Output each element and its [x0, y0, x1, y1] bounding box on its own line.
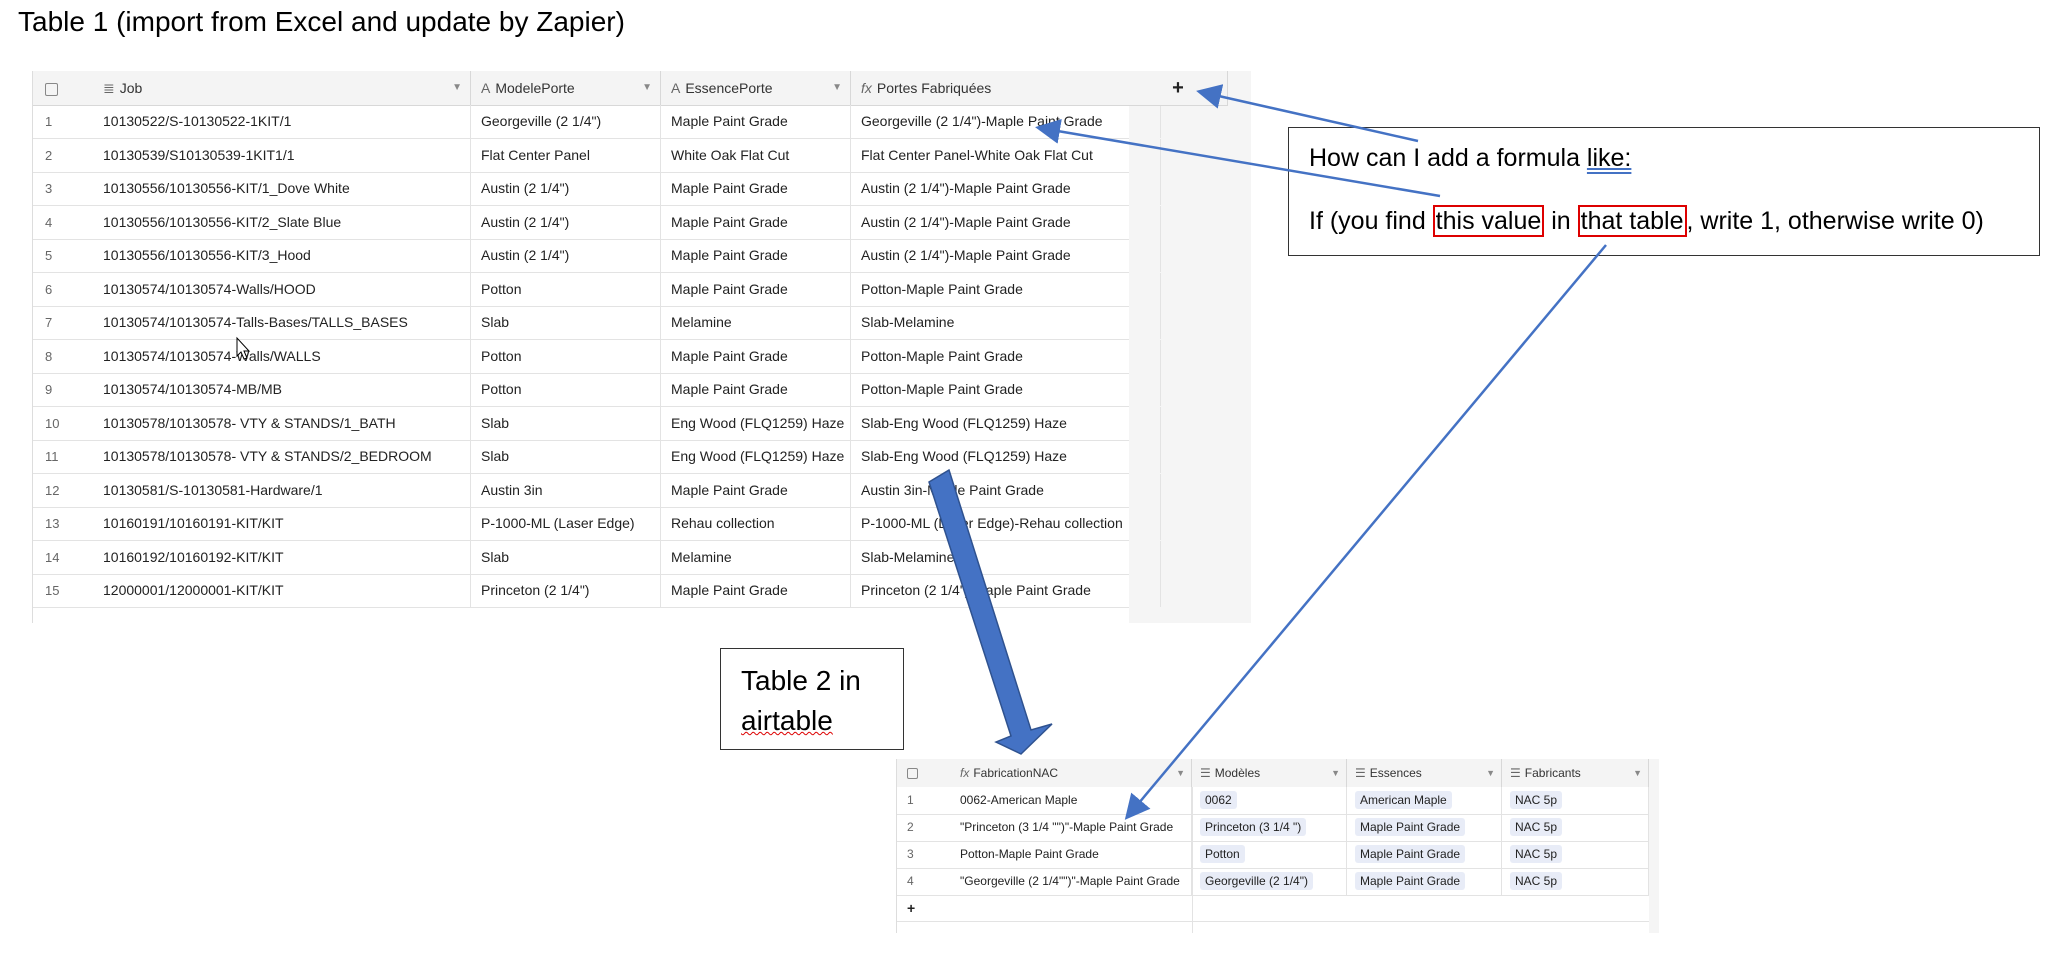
- annotation-arrows: [236, 84, 1607, 820]
- big-arrow-to-table-2: [928, 468, 1053, 755]
- mouse-cursor-icon: [236, 336, 251, 360]
- arrow-to-add-column: [1196, 84, 1419, 143]
- arrow-to-this-value: [1035, 119, 1441, 198]
- arrow-to-that-table: [1124, 244, 1607, 820]
